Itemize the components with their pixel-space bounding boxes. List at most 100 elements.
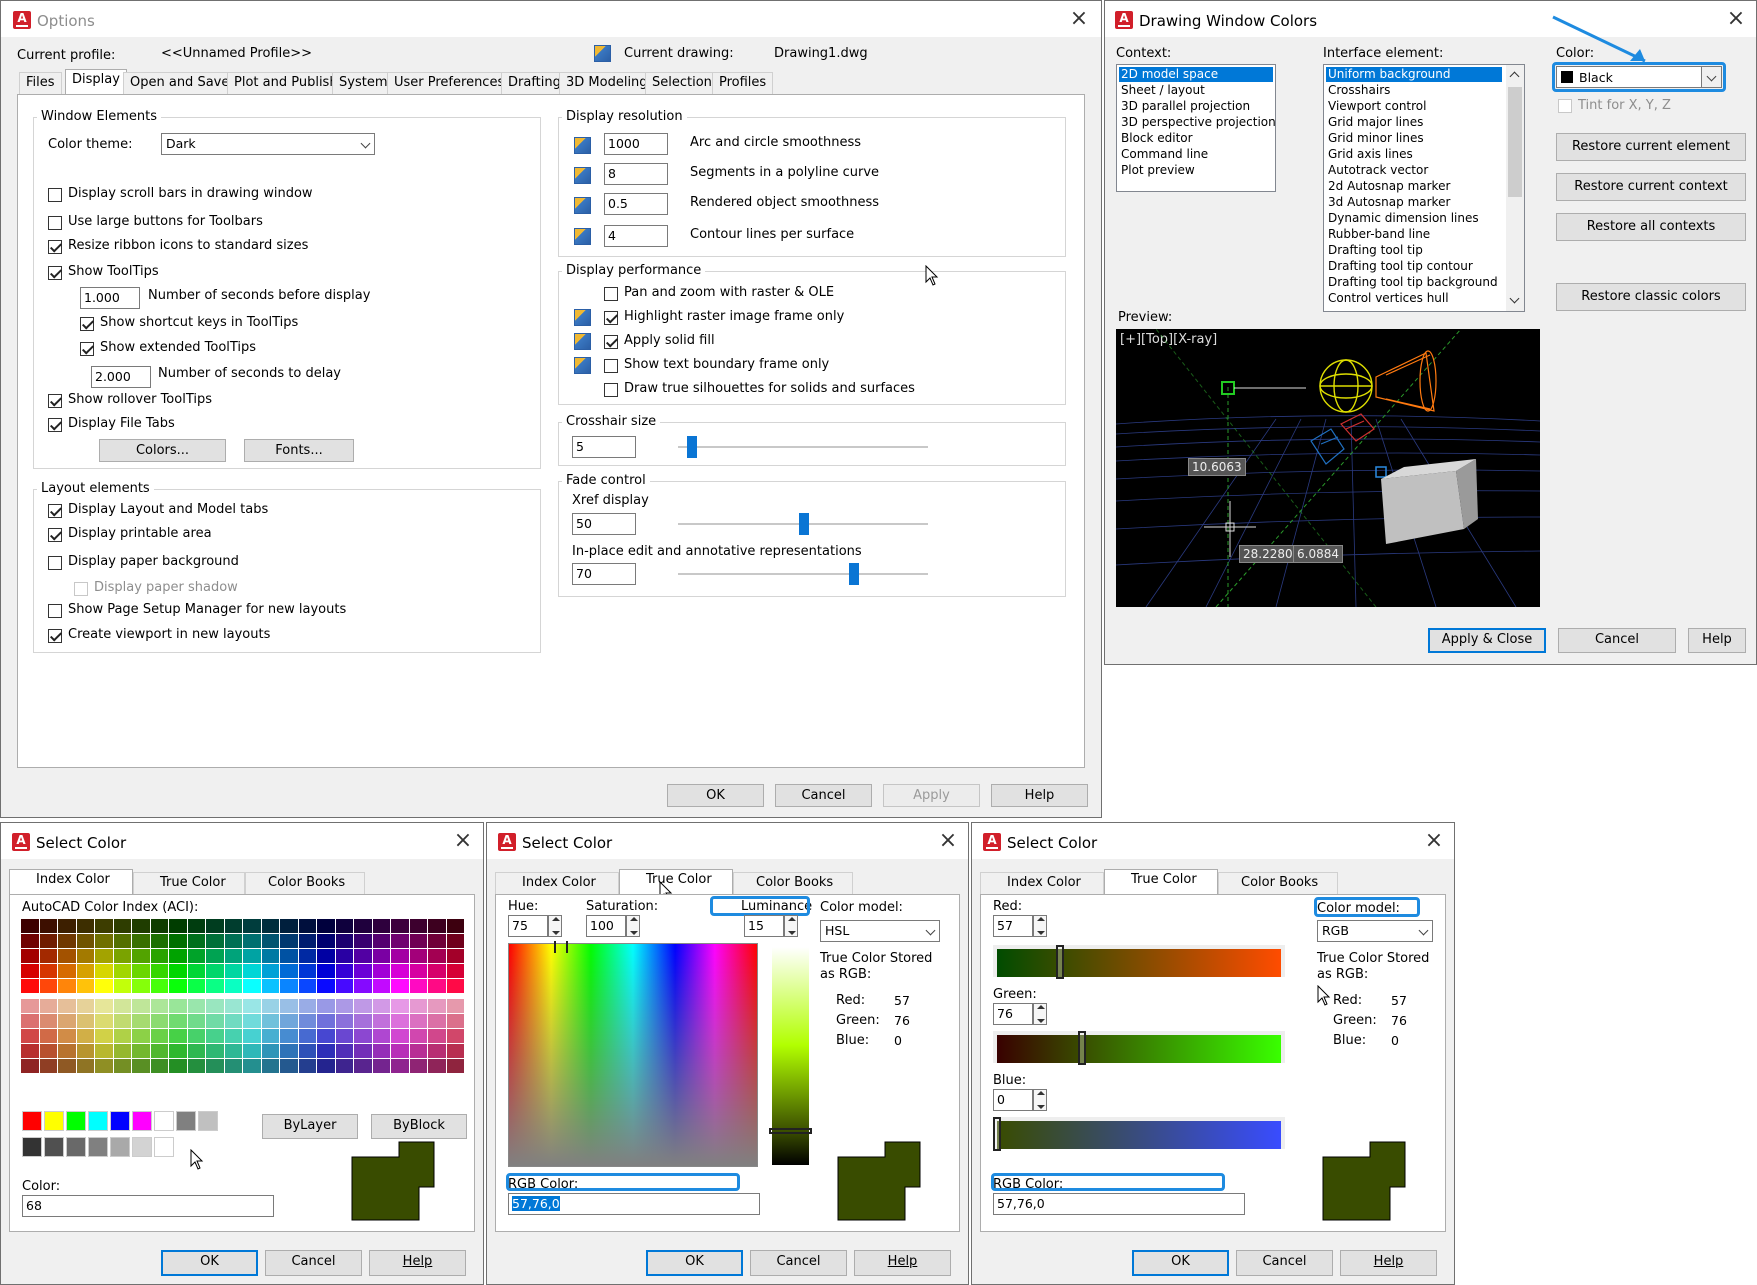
aci-swatch[interactable] bbox=[76, 999, 94, 1013]
aci-swatch[interactable] bbox=[150, 979, 168, 993]
list-item[interactable]: Grid major lines bbox=[1326, 115, 1522, 130]
bylayer-button[interactable]: ByLayer bbox=[262, 1114, 358, 1139]
aci-swatch[interactable] bbox=[169, 1029, 187, 1043]
restore-classic-colors-button[interactable]: Restore classic colors bbox=[1556, 283, 1746, 311]
cancel-button[interactable]: Cancel bbox=[750, 1250, 847, 1276]
tab-color-books[interactable]: Color Books bbox=[1218, 872, 1338, 895]
tab-display[interactable]: Display bbox=[65, 69, 127, 95]
aci-swatch[interactable] bbox=[280, 999, 298, 1013]
aci-swatch[interactable] bbox=[224, 919, 242, 933]
apply-and-close-button[interactable]: Apply & Close bbox=[1428, 628, 1546, 653]
tab-true-color[interactable]: True Color bbox=[1104, 869, 1218, 895]
aci-swatch[interactable] bbox=[428, 1044, 446, 1058]
list-item[interactable]: Command line bbox=[1119, 147, 1273, 162]
aci-swatch[interactable] bbox=[428, 934, 446, 948]
aci-swatch[interactable] bbox=[391, 1059, 409, 1073]
tab-selection[interactable]: Selection bbox=[645, 72, 719, 95]
aci-swatch[interactable] bbox=[298, 949, 316, 963]
aci-swatch[interactable] bbox=[298, 934, 316, 948]
aci-swatch[interactable] bbox=[76, 949, 94, 963]
luminance-slider[interactable] bbox=[769, 1128, 812, 1134]
aci-swatch[interactable] bbox=[132, 964, 150, 978]
aci-swatch[interactable] bbox=[113, 919, 131, 933]
aci-swatch[interactable] bbox=[317, 934, 335, 948]
aci-swatch[interactable] bbox=[446, 1059, 464, 1073]
aci-swatch[interactable] bbox=[58, 999, 76, 1013]
interface-element-list[interactable]: Uniform background Crosshairs Viewport c… bbox=[1323, 64, 1525, 312]
checkbox-paper-shadow[interactable] bbox=[74, 582, 88, 596]
aci-swatch[interactable] bbox=[132, 1029, 150, 1043]
xref-fade-slider[interactable] bbox=[799, 513, 809, 535]
aci-swatch[interactable] bbox=[132, 999, 150, 1013]
aci-swatch[interactable] bbox=[150, 964, 168, 978]
aci-swatch[interactable] bbox=[150, 999, 168, 1013]
aci-swatch[interactable] bbox=[354, 934, 372, 948]
aci-swatch[interactable] bbox=[39, 934, 57, 948]
aci-swatch[interactable] bbox=[428, 1059, 446, 1073]
aci-swatch[interactable] bbox=[243, 979, 261, 993]
aci-swatch[interactable] bbox=[113, 1014, 131, 1028]
interface-list-scrollbar[interactable] bbox=[1506, 65, 1524, 311]
tab-index-color[interactable]: Index Color bbox=[980, 872, 1104, 895]
aci-swatch[interactable] bbox=[206, 1014, 224, 1028]
saturation-input[interactable]: 100 bbox=[586, 915, 626, 937]
checkbox-printable-area[interactable] bbox=[48, 528, 62, 542]
ok-button[interactable]: OK bbox=[161, 1250, 258, 1276]
checkbox-resize-ribbon[interactable] bbox=[48, 240, 62, 254]
colors-button[interactable]: Colors... bbox=[99, 439, 226, 462]
aci-swatch[interactable] bbox=[335, 1059, 353, 1073]
aci-swatch[interactable] bbox=[95, 1059, 113, 1073]
select-color-titlebar[interactable]: A Select Color × bbox=[972, 823, 1454, 859]
byblock-button[interactable]: ByBlock bbox=[371, 1114, 467, 1139]
tab-files[interactable]: Files bbox=[19, 72, 62, 95]
aci-swatch[interactable] bbox=[354, 1014, 372, 1028]
checkbox-true-silhouettes[interactable] bbox=[604, 383, 618, 397]
tab-true-color[interactable]: True Color bbox=[133, 872, 245, 895]
gray-color-swatch[interactable] bbox=[66, 1137, 86, 1157]
standard-color-swatch[interactable] bbox=[66, 1111, 86, 1131]
aci-swatch[interactable] bbox=[446, 979, 464, 993]
aci-swatch[interactable] bbox=[261, 1059, 279, 1073]
aci-swatch[interactable] bbox=[280, 934, 298, 948]
tab-system[interactable]: System bbox=[332, 72, 395, 95]
aci-swatch[interactable] bbox=[132, 1059, 150, 1073]
aci-swatch[interactable] bbox=[409, 999, 427, 1013]
cancel-button[interactable]: Cancel bbox=[1558, 628, 1676, 653]
list-item[interactable]: Grid minor lines bbox=[1326, 131, 1522, 146]
tab-index-color[interactable]: Index Color bbox=[495, 872, 619, 895]
aci-swatch[interactable] bbox=[95, 964, 113, 978]
aci-swatch[interactable] bbox=[169, 1059, 187, 1073]
aci-swatch[interactable] bbox=[428, 979, 446, 993]
aci-swatch[interactable] bbox=[372, 964, 390, 978]
aci-swatch[interactable] bbox=[372, 934, 390, 948]
aci-swatch[interactable] bbox=[39, 919, 57, 933]
tooltip-delay-input[interactable]: 1.000 bbox=[80, 287, 140, 309]
aci-swatch[interactable] bbox=[224, 979, 242, 993]
aci-swatch[interactable] bbox=[409, 1029, 427, 1043]
aci-swatch[interactable] bbox=[21, 1029, 39, 1043]
gray-color-swatch[interactable] bbox=[22, 1137, 42, 1157]
aci-swatch[interactable] bbox=[21, 999, 39, 1013]
aci-swatch[interactable] bbox=[169, 919, 187, 933]
close-icon[interactable]: × bbox=[938, 830, 958, 852]
list-item[interactable]: Rubber-band line bbox=[1326, 227, 1522, 242]
aci-swatch[interactable] bbox=[21, 1014, 39, 1028]
aci-swatch[interactable] bbox=[280, 1044, 298, 1058]
saturation-spinner[interactable] bbox=[626, 915, 640, 937]
aci-swatch[interactable] bbox=[298, 999, 316, 1013]
aci-swatch[interactable] bbox=[169, 934, 187, 948]
aci-swatch[interactable] bbox=[335, 964, 353, 978]
aci-swatch[interactable] bbox=[280, 979, 298, 993]
aci-swatch[interactable] bbox=[261, 1014, 279, 1028]
aci-swatch[interactable] bbox=[372, 949, 390, 963]
crosshair-size-input[interactable]: 5 bbox=[572, 436, 636, 458]
aci-swatch[interactable] bbox=[298, 919, 316, 933]
aci-swatch[interactable] bbox=[261, 1029, 279, 1043]
aci-swatch[interactable] bbox=[391, 979, 409, 993]
aci-swatch[interactable] bbox=[21, 1044, 39, 1058]
list-item[interactable]: Plot preview bbox=[1119, 163, 1273, 178]
aci-swatch[interactable] bbox=[187, 1059, 205, 1073]
cancel-button[interactable]: Cancel bbox=[775, 784, 872, 807]
aci-swatch[interactable] bbox=[58, 979, 76, 993]
aci-swatch[interactable] bbox=[243, 934, 261, 948]
